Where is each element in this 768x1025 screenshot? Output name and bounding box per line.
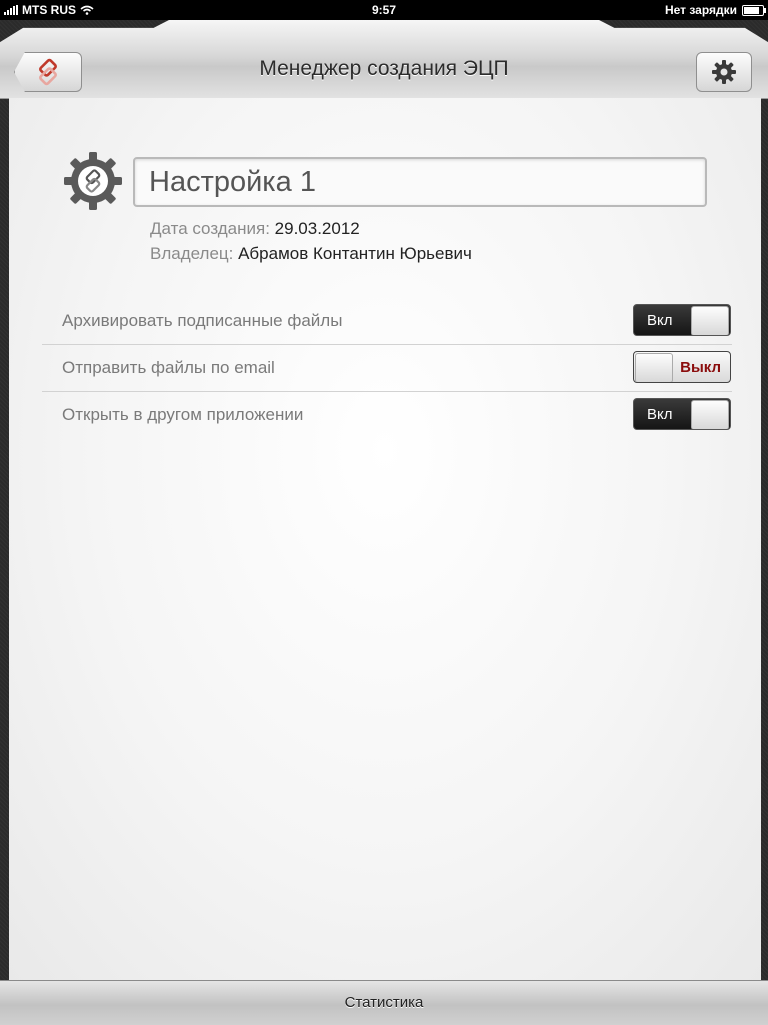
- settings-button[interactable]: [696, 52, 752, 92]
- owner-label: Владелец:: [150, 244, 234, 263]
- option-email-row: Отправить файлы по email Выкл: [42, 345, 732, 392]
- battery-icon: [742, 4, 766, 16]
- option-open-in-label: Открыть в другом приложении: [62, 405, 304, 424]
- statistics-tab[interactable]: Статистика: [0, 994, 768, 1011]
- toggle-state: Выкл: [680, 359, 721, 376]
- option-archive-label: Архивировать подписанные файлы: [62, 311, 343, 330]
- status-bar: MTS RUS 9:57 Нет зарядки: [0, 0, 768, 20]
- toggle-knob: [691, 306, 729, 335]
- profile-name-field[interactable]: [133, 157, 707, 207]
- toggle-state: Вкл: [647, 312, 673, 329]
- profile-name-input[interactable]: [135, 159, 705, 205]
- created-row: Дата создания: 29.03.2012: [150, 219, 360, 239]
- settings-panel: Дата создания: 29.03.2012 Владелец: Абра…: [9, 98, 761, 980]
- created-value: 29.03.2012: [274, 219, 360, 238]
- status-time: 9:57: [371, 3, 397, 17]
- option-open-in-row: Открыть в другом приложении Вкл: [42, 392, 732, 438]
- option-archive-row: Архивировать подписанные файлы Вкл: [42, 298, 732, 345]
- status-right: Нет зарядки: [664, 3, 766, 17]
- page-title: Менеджер создания ЭЦП: [259, 57, 509, 80]
- owner-value: Абрамов Контантин Юрьевич: [238, 244, 472, 263]
- email-toggle[interactable]: Выкл: [633, 351, 731, 383]
- open-in-toggle[interactable]: Вкл: [633, 398, 731, 430]
- toggle-state: Вкл: [647, 406, 673, 423]
- battery-label: Нет зарядки: [664, 3, 737, 17]
- profile-gear-icon: [64, 152, 122, 210]
- toggle-knob: [691, 400, 729, 429]
- back-button[interactable]: [14, 52, 82, 92]
- gear-icon: [712, 60, 736, 84]
- toggle-knob: [635, 353, 673, 382]
- archive-toggle[interactable]: Вкл: [633, 304, 731, 336]
- app-logo-icon: [39, 58, 57, 86]
- created-label: Дата создания:: [150, 219, 270, 238]
- bottom-tab-bar: Статистика: [0, 980, 768, 1025]
- option-email-label: Отправить файлы по email: [62, 358, 275, 377]
- owner-row: Владелец: Абрамов Контантин Юрьевич: [150, 244, 472, 264]
